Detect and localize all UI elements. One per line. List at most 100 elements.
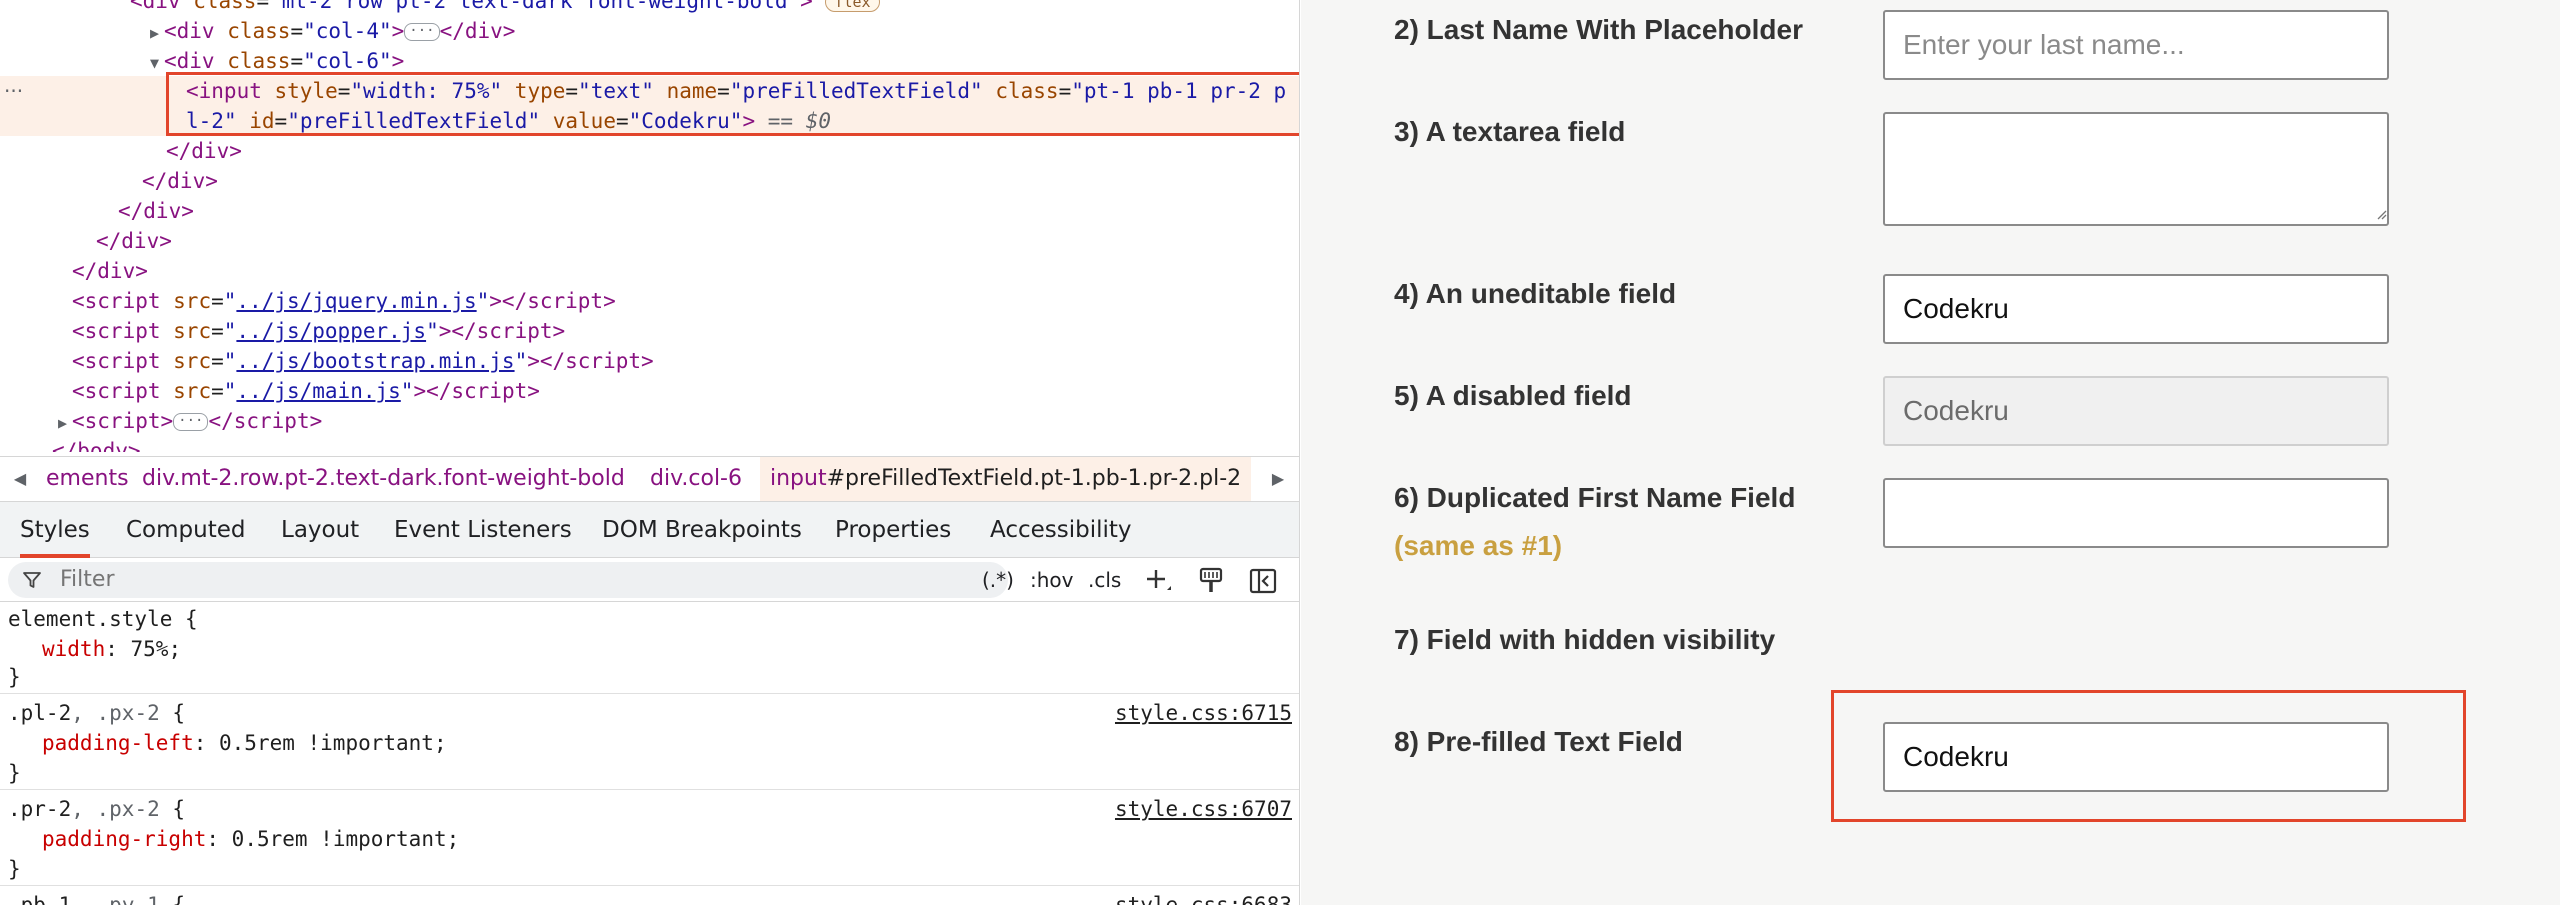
css-property-name[interactable]: padding-left	[42, 731, 194, 755]
tab-dom-breakpoints[interactable]: DOM Breakpoints	[602, 502, 802, 558]
uneditable-input[interactable]	[1883, 274, 2389, 344]
rule-selector[interactable]: element.style {	[8, 604, 198, 634]
styles-filter-bar: (.*) :hov .cls	[0, 558, 1299, 602]
dom-line-input-selected-cont[interactable]: l-2" id="preFilledTextField" value="Code…	[186, 106, 1299, 136]
tab-computed[interactable]: Computed	[126, 502, 245, 558]
dom-line-script[interactable]: <script src="../js/jquery.min.js"></scri…	[72, 286, 1299, 316]
script-src-link[interactable]: ../js/bootstrap.min.js	[236, 349, 514, 373]
node-more-dots[interactable]: ···	[4, 76, 23, 106]
attr-class-value-cont: l-2	[186, 109, 224, 133]
dom-line-close-body[interactable]: </body>	[52, 436, 1299, 452]
devtools-panel: ··· <div class="mt-2 row pt-2 text-dark …	[0, 0, 1300, 905]
dom-line-close-div[interactable]: </div>	[142, 166, 1299, 196]
dom-line-close-div[interactable]: </div>	[96, 226, 1299, 256]
tab-properties[interactable]: Properties	[835, 502, 951, 558]
rule-declaration[interactable]: padding-right: 0.5rem !important;	[42, 824, 459, 854]
css-property-name[interactable]: padding-right	[42, 827, 206, 851]
rule-declaration[interactable]: padding-left: 0.5rem !important;	[42, 728, 447, 758]
dom-line-div-row[interactable]: <div class="mt-2 row pt-2 text-dark font…	[130, 0, 1299, 16]
dom-class-value: mt-2 row pt-2 text-dark font-weight-bold	[281, 0, 788, 13]
dom-line-script[interactable]: <script src="../js/bootstrap.min.js"></s…	[72, 346, 1299, 376]
breadcrumb-selector: #preFilledTextField.pt-1.pb-1.pr-2.pl-2	[826, 466, 1242, 491]
dom-line-script[interactable]: <script src="../js/popper.js"></script>	[72, 316, 1299, 346]
hover-state-toggle[interactable]: :hov	[1030, 562, 1074, 598]
rule-close-brace: }	[8, 857, 21, 881]
field-label-textarea: 3) A textarea field	[1394, 116, 1626, 147]
textarea-resize-grip-icon[interactable]	[2375, 208, 2387, 220]
css-property-value[interactable]: 75%;	[131, 637, 182, 661]
breadcrumb-item[interactable]: ements	[46, 457, 129, 501]
collapsed-ellipsis-icon[interactable]: ···	[404, 23, 440, 41]
expand-triangle-icon[interactable]: ▶	[58, 408, 72, 438]
rule-source-link[interactable]: style.css:6715	[1115, 698, 1292, 728]
dom-class-value: col-4	[315, 19, 379, 43]
sidebar-tabs: Styles Computed Layout Event Listeners D…	[0, 502, 1299, 558]
web-page-viewport: 2) Last Name With Placeholder 3) A texta…	[1301, 0, 2560, 905]
css-property-value[interactable]: 0.5rem !important;	[232, 827, 460, 851]
breadcrumb-bar: ◀ ements div.mt-2.row.pt-2.text-dark.fon…	[0, 456, 1299, 502]
rule-selector[interactable]: .pl-2, .px-2 {	[8, 698, 185, 728]
attr-style-value: width: 75%	[363, 79, 490, 103]
regex-toggle[interactable]: (.*)	[982, 562, 1014, 598]
breadcrumb-item[interactable]: div.mt-2.row.pt-2.text-dark.font-weight-…	[142, 457, 625, 501]
disabled-input	[1883, 376, 2389, 446]
rule-close-brace: }	[8, 665, 21, 689]
toggle-sidebar-icon[interactable]	[1248, 566, 1278, 596]
dom-line-div-col6[interactable]: ▼ <div class="col-6">	[150, 46, 1299, 78]
selector-part: .pb-1	[8, 893, 72, 905]
css-property-value[interactable]: 0.5rem !important;	[219, 731, 447, 755]
class-toggle[interactable]: .cls	[1088, 562, 1121, 598]
breadcrumb-scroll-left-icon[interactable]: ◀	[0, 457, 40, 501]
rule-selector[interactable]: .pb-1, .py-1 {	[8, 890, 185, 905]
script-src-link[interactable]: ../js/main.js	[236, 379, 400, 403]
dom-class-value: col-6	[315, 49, 379, 73]
field-label-disabled: 5) A disabled field	[1394, 380, 1632, 411]
rule-source-link[interactable]: style.css:6683	[1115, 890, 1292, 905]
script-src-link[interactable]: ../js/popper.js	[236, 319, 426, 343]
filter-funnel-icon	[23, 572, 41, 588]
breadcrumb-scroll-right-icon[interactable]: ▶	[1258, 457, 1298, 501]
elements-dom-tree: ··· <div class="mt-2 row pt-2 text-dark …	[0, 0, 1299, 452]
attr-name-value: preFilledTextField	[742, 79, 971, 103]
duplicated-first-name-input[interactable]	[1883, 478, 2389, 548]
tab-layout[interactable]: Layout	[281, 502, 359, 558]
field-label-prefilled: 8) Pre-filled Text Field	[1394, 726, 1683, 757]
script-src-link[interactable]: ../js/jquery.min.js	[236, 289, 476, 313]
attr-class-value: pt-1 pb-1 pr-2 p	[1083, 79, 1287, 103]
tab-accessibility[interactable]: Accessibility	[990, 502, 1132, 558]
tab-event-listeners[interactable]: Event Listeners	[394, 502, 572, 558]
selector-part: .px-2	[96, 797, 160, 821]
dom-line-script[interactable]: <script src="../js/main.js"></script>	[72, 376, 1299, 406]
dom-line-close-div[interactable]: </div>	[166, 136, 1299, 166]
paint-brush-icon[interactable]	[1196, 566, 1226, 596]
rule-declaration[interactable]: width: 75%;	[42, 634, 181, 664]
field-label-last-name: 2) Last Name With Placeholder	[1394, 14, 1803, 45]
tab-styles[interactable]: Styles	[20, 502, 90, 558]
dom-line-close-div[interactable]: </div>	[72, 256, 1299, 286]
dom-line-div-col4[interactable]: ▶ <div class="col-4"> ··· </div>	[150, 16, 1299, 48]
filter-box	[8, 562, 1008, 598]
selected-marker: == $0	[767, 109, 831, 133]
rule-source-link[interactable]: style.css:6707	[1115, 794, 1292, 824]
css-rule-element-style: element.style { width: 75%; }	[0, 602, 1299, 694]
flex-badge[interactable]: flex	[825, 0, 880, 12]
field-label-uneditable: 4) An uneditable field	[1394, 278, 1677, 309]
textarea-field[interactable]	[1883, 112, 2389, 226]
dom-line-close-div[interactable]: </div>	[118, 196, 1299, 226]
collapsed-ellipsis-icon[interactable]: ···	[173, 413, 209, 431]
breadcrumb-item[interactable]: div.col-6	[650, 457, 742, 501]
selector-part: .pl-2	[8, 701, 72, 725]
rule-selector[interactable]: .pr-2, .px-2 {	[8, 794, 185, 824]
dom-line-input-selected[interactable]: <input style="width: 75%" type="text" na…	[186, 76, 1299, 106]
last-name-input[interactable]	[1883, 10, 2389, 80]
expand-triangle-icon[interactable]: ▶	[150, 18, 164, 48]
collapse-triangle-icon[interactable]: ▼	[150, 48, 164, 78]
css-property-name[interactable]: width	[42, 637, 105, 661]
field-label-duplicated-first-name: 6) Duplicated First Name Field	[1394, 482, 1796, 513]
css-rule-pr-2: .pr-2, .px-2 { style.css:6707 padding-ri…	[0, 792, 1299, 886]
prefilled-text-input[interactable]	[1883, 722, 2389, 792]
breadcrumb-item-active[interactable]: input#preFilledTextField.pt-1.pb-1.pr-2.…	[760, 457, 1252, 501]
styles-filter-input[interactable]	[60, 562, 960, 598]
dom-line-script-inline[interactable]: ▶ <script> ··· </script>	[58, 406, 1299, 438]
add-rule-icon[interactable]	[1144, 566, 1174, 596]
